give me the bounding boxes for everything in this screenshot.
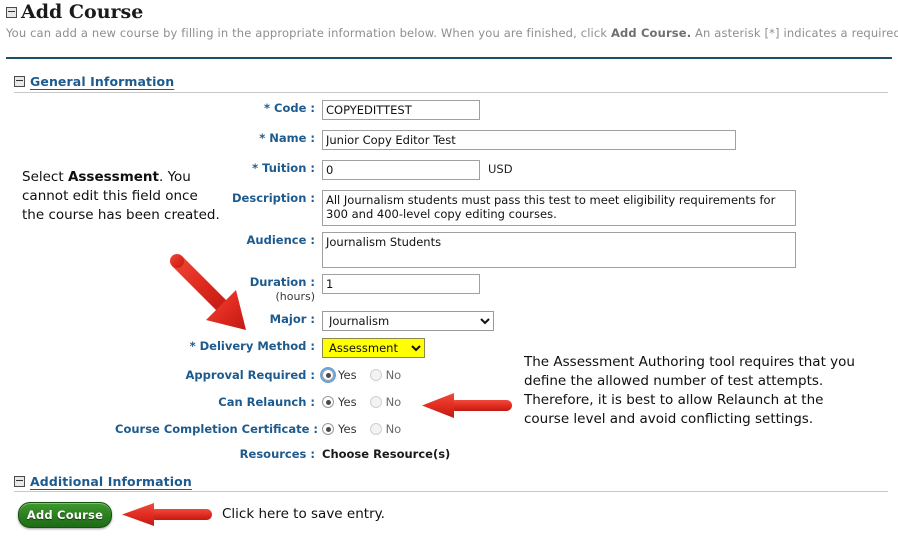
can-relaunch-yes-option[interactable]: Yes <box>322 395 357 409</box>
radio-label-can-relaunch-yes: Yes <box>338 395 357 409</box>
field-row-name: * Name : <box>115 130 736 150</box>
section-divider-additional <box>14 491 888 492</box>
radio-label-approval-required-no: No <box>385 368 402 382</box>
annotation-left-note-bold: Assessment <box>67 169 159 185</box>
arrow-left-icon <box>422 393 512 418</box>
label-completion-certificate: Course Completion Certificate : <box>115 421 322 437</box>
arrow-left-icon <box>122 503 212 526</box>
completion-certificate-no-option[interactable]: No <box>369 422 402 436</box>
page-title: Add Course <box>21 1 144 23</box>
section-header-general-information[interactable]: General Information <box>14 74 174 89</box>
label-can-relaunch: Can Relaunch : <box>115 394 322 410</box>
radio-completion-certificate-yes[interactable] <box>322 423 334 435</box>
arrow-diagonal-icon <box>170 254 246 330</box>
can-relaunch-radio-group: Yes No <box>322 394 411 409</box>
major-select[interactable]: Journalism <box>322 311 494 331</box>
label-audience: Audience : <box>115 232 322 248</box>
label-approval-required-text: Approval Required : <box>185 368 315 382</box>
approval-required-no-option[interactable]: No <box>369 368 402 382</box>
label-name: * Name : <box>115 130 322 146</box>
annotation-bottom-note: Click here to save entry. <box>222 506 385 522</box>
radio-label-approval-required-yes: Yes <box>338 368 357 382</box>
arrow-left-to-can-relaunch <box>420 392 516 426</box>
page-intro-bold: Add Course. <box>611 26 692 40</box>
audience-textarea[interactable]: Journalism Students <box>322 232 796 268</box>
page-intro-text: You can add a new course by filling in t… <box>6 26 898 40</box>
add-course-button-label: Add Course <box>26 508 104 522</box>
label-code: * Code : <box>115 100 322 116</box>
can-relaunch-no-option[interactable]: No <box>369 395 402 409</box>
label-completion-certificate-text: Course Completion Certificate : <box>115 422 319 436</box>
required-asterisk-code: * <box>263 101 270 115</box>
tuition-input[interactable] <box>322 160 480 180</box>
delivery-method-select[interactable]: Assessment <box>322 338 425 358</box>
label-description-text: Description : <box>232 191 315 205</box>
description-textarea[interactable]: All Journalism students must pass this t… <box>322 190 796 226</box>
section-header-additional-information[interactable]: Additional Information <box>14 474 192 489</box>
required-asterisk-tuition: * <box>252 161 259 175</box>
annotation-right-note: The Assessment Authoring tool requires t… <box>524 354 855 427</box>
page-intro-part1: You can add a new course by filling in t… <box>6 26 611 40</box>
label-tuition-text: Tuition : <box>262 161 315 175</box>
page-intro-part2: An asterisk [*] indicates a required fie… <box>695 26 898 40</box>
field-row-completion-certificate: Course Completion Certificate : Yes No <box>115 421 411 437</box>
label-name-text: Name : <box>269 131 315 145</box>
radio-approval-required-yes[interactable] <box>320 367 336 383</box>
section-title-additional-information: Additional Information <box>30 474 192 489</box>
radio-can-relaunch-yes[interactable] <box>322 396 334 408</box>
code-input[interactable] <box>322 100 480 120</box>
annotation-left-note-pre: Select <box>22 169 68 185</box>
label-resources-text: Resources : <box>239 447 315 461</box>
header-divider <box>6 57 892 59</box>
field-row-code: * Code : <box>115 100 480 120</box>
approval-required-radio-group: Yes No <box>320 367 411 383</box>
duration-input[interactable] <box>322 274 480 294</box>
radio-label-completion-certificate-no: No <box>385 422 402 436</box>
radio-can-relaunch-no[interactable] <box>369 396 382 408</box>
arrow-left-to-add-course-button <box>120 502 216 532</box>
radio-label-can-relaunch-no: No <box>385 395 402 409</box>
resources-choose-link[interactable]: Choose Resource(s) <box>322 446 450 462</box>
page-header: Add Course <box>6 2 143 22</box>
collapse-minus-box-icon[interactable] <box>14 476 25 487</box>
tuition-currency-label: USD <box>488 162 513 176</box>
radio-approval-required-no[interactable] <box>369 369 382 381</box>
completion-certificate-radio-group: Yes No <box>322 421 411 436</box>
completion-certificate-yes-option[interactable]: Yes <box>322 422 357 436</box>
annotation-left-note: Select Assessment. You cannot edit this … <box>22 168 222 225</box>
radio-label-completion-certificate-yes: Yes <box>338 422 357 436</box>
annotation-left-note-post: . <box>159 169 164 185</box>
name-input[interactable] <box>322 130 736 150</box>
section-divider-general <box>14 92 888 93</box>
field-row-can-relaunch: Can Relaunch : Yes No <box>115 394 411 410</box>
add-course-button[interactable]: Add Course <box>18 502 112 528</box>
label-resources: Resources : <box>115 446 322 462</box>
label-code-text: Code : <box>274 101 315 115</box>
arrow-diagonal-to-delivery-method <box>168 248 278 342</box>
label-audience-text: Audience : <box>246 233 315 247</box>
field-row-approval-required: Approval Required : Yes No <box>115 367 411 383</box>
radio-completion-certificate-no[interactable] <box>369 423 382 435</box>
label-approval-required: Approval Required : <box>115 367 322 383</box>
approval-required-yes-option[interactable]: Yes <box>320 367 357 383</box>
label-can-relaunch-text: Can Relaunch : <box>218 395 315 409</box>
field-row-resources: Resources : Choose Resource(s) <box>115 446 451 462</box>
collapse-minus-box-icon[interactable] <box>14 76 25 87</box>
required-asterisk-name: * <box>259 131 266 145</box>
collapse-minus-box-icon[interactable] <box>6 6 17 18</box>
section-title-general-information: General Information <box>30 74 175 89</box>
